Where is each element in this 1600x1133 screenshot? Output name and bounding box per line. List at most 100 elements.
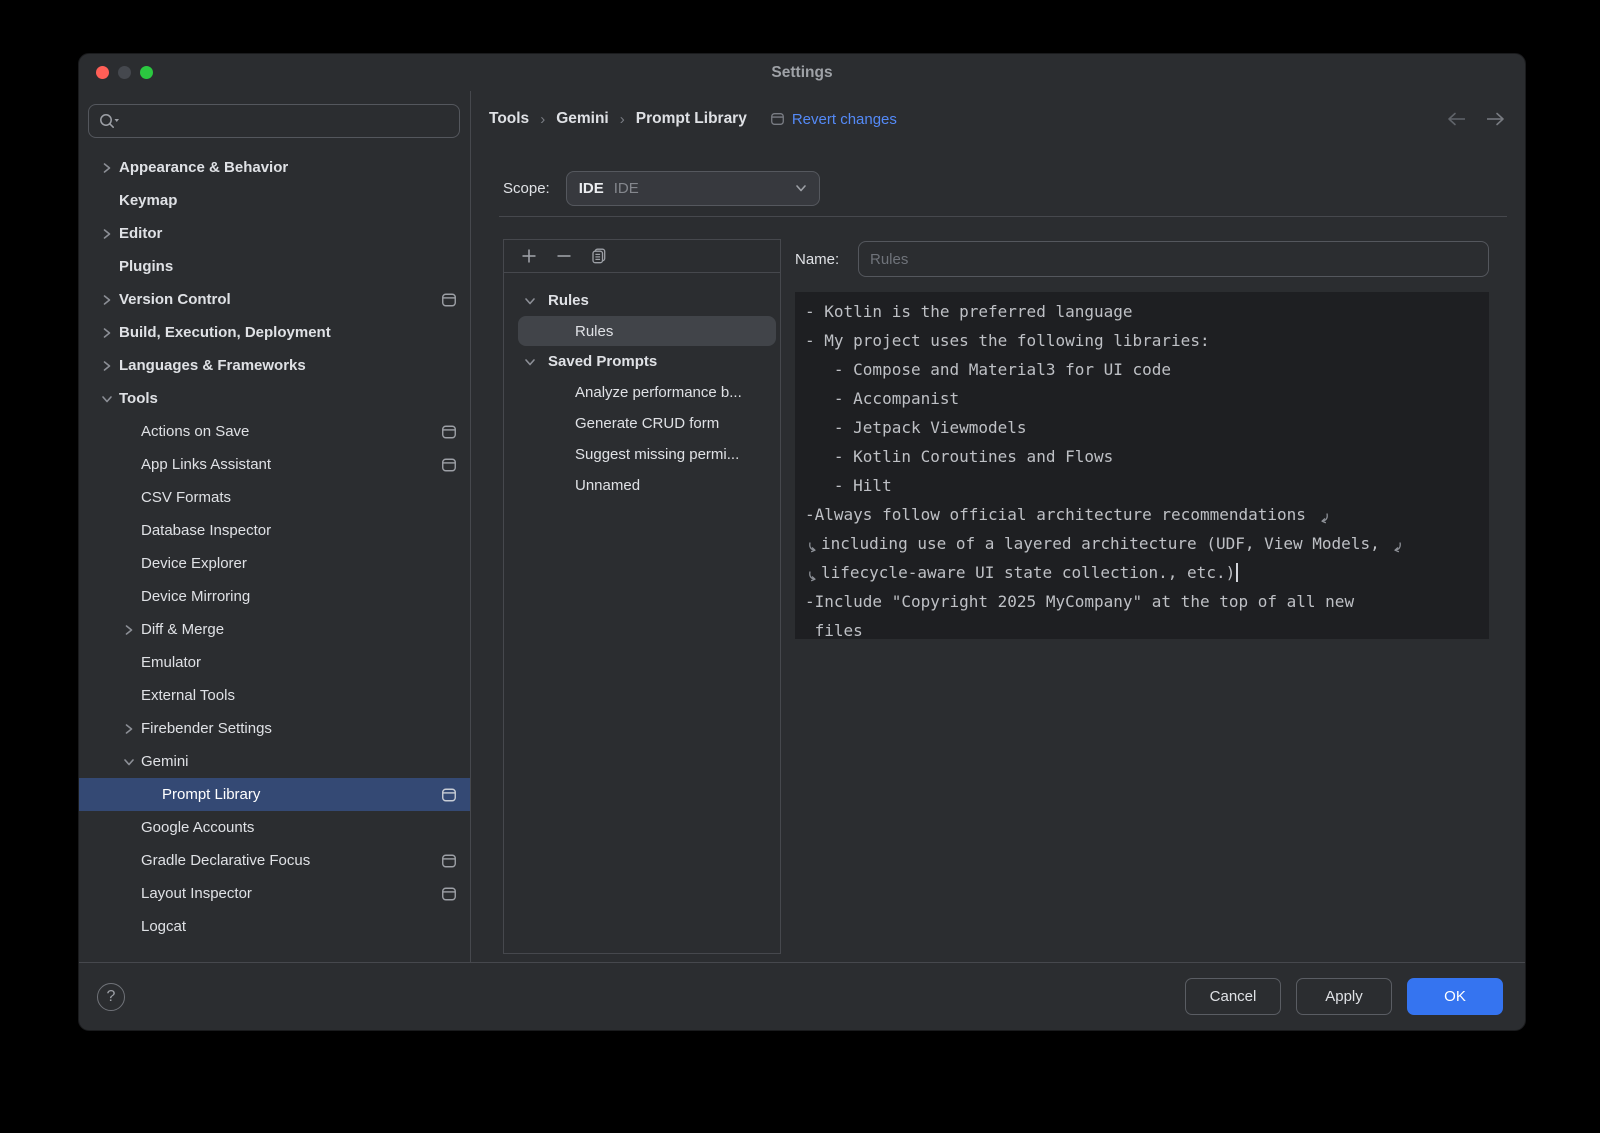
sidebar-item-version-control[interactable]: Version Control [79,283,470,316]
revert-changes-link[interactable]: Revert changes [792,111,897,128]
sidebar-item-keymap[interactable]: Keymap [79,184,470,217]
sidebar-item-device-explorer[interactable]: Device Explorer [79,547,470,580]
sidebar-item-gradle-declarative-focus[interactable]: Gradle Declarative Focus [79,844,470,877]
prompt-group-saved-prompts[interactable]: Saved Prompts [504,346,780,377]
traffic-lights [96,54,153,91]
zoom-button[interactable] [140,66,153,79]
prompt-list-toolbar [504,240,780,273]
chevron-right-icon [101,360,119,372]
add-icon[interactable] [521,248,537,264]
chevron-down-icon [524,295,542,307]
prompt-item-analyze-performance[interactable]: Analyze performance b... [504,377,780,408]
settings-sidebar: Appearance & Behavior Keymap Editor Plug… [79,91,471,962]
sidebar-item-csv-formats[interactable]: CSV Formats [79,481,470,514]
ok-button[interactable]: OK [1407,978,1503,1015]
chevron-right-icon [123,723,141,735]
sidebar-item-diff-merge[interactable]: Diff & Merge [79,613,470,646]
sidebar-item-firebender-settings[interactable]: Firebender Settings [79,712,470,745]
chevron-right-icon [101,294,119,306]
chevron-down-icon [795,182,807,194]
desktop-background: Settings Appearance & Behavior Keymap [0,0,1600,1133]
prompt-item-unnamed[interactable]: Unnamed [504,470,780,501]
titlebar: Settings [79,54,1525,91]
breadcrumb-gemini[interactable]: Gemini [556,110,609,128]
sidebar-item-appearance-behavior[interactable]: Appearance & Behavior [79,151,470,184]
scope-row: Scope: IDE IDE [471,170,1525,206]
window-title: Settings [79,64,1525,82]
prompt-text-editor[interactable]: - Kotlin is the preferred language - My … [795,292,1489,639]
breadcrumb-separator-icon: › [539,111,546,128]
ide-settings-icon [442,293,456,306]
sidebar-item-gemini[interactable]: Gemini [79,745,470,778]
prompt-item-suggest-missing-permissions[interactable]: Suggest missing permi... [504,439,780,470]
duplicate-icon[interactable] [591,248,607,264]
breadcrumb: Tools › Gemini › Prompt Library Revert c… [471,91,1525,147]
soft-wrap-icon [807,541,819,553]
scope-value: IDE [614,180,639,197]
sidebar-item-layout-inspector[interactable]: Layout Inspector [79,877,470,910]
search-icon [98,112,120,130]
prompt-tree: Rules Rules Saved Prompts Analyze perfor… [504,273,780,501]
cancel-button[interactable]: Cancel [1185,978,1281,1015]
sidebar-item-database-inspector[interactable]: Database Inspector [79,514,470,547]
sidebar-item-tools[interactable]: Tools [79,382,470,415]
close-button[interactable] [96,66,109,79]
main-content: Tools › Gemini › Prompt Library Revert c… [471,91,1525,962]
scope-dropdown[interactable]: IDE IDE [566,171,820,206]
scope-label: Scope: [503,180,550,197]
sidebar-item-emulator[interactable]: Emulator [79,646,470,679]
ide-settings-icon [442,854,456,867]
ide-settings-icon [442,425,456,438]
sidebar-item-editor[interactable]: Editor [79,217,470,250]
scope-tag: IDE [579,180,604,197]
soft-wrap-icon [1318,512,1330,524]
name-row: Name: [795,241,1489,277]
dialog-footer: ? Cancel Apply OK [79,962,1525,1030]
soft-wrap-icon [1391,541,1403,553]
prompt-item-generate-crud-form[interactable]: Generate CRUD form [504,408,780,439]
name-label: Name: [795,251,858,268]
sidebar-item-actions-on-save[interactable]: Actions on Save [79,415,470,448]
search-input[interactable] [124,113,450,129]
ide-settings-icon [442,458,456,471]
name-field[interactable] [858,241,1489,277]
sidebar-item-logcat[interactable]: Logcat [79,910,470,943]
ide-settings-icon [442,887,456,900]
sidebar-item-external-tools[interactable]: External Tools [79,679,470,712]
sidebar-item-build-execution-deployment[interactable]: Build, Execution, Deployment [79,316,470,349]
help-button[interactable]: ? [97,983,125,1011]
chevron-down-icon [524,356,542,368]
prompt-item-rules[interactable]: Rules [518,316,776,346]
section-divider [499,216,1507,217]
sidebar-item-plugins[interactable]: Plugins [79,250,470,283]
sidebar-item-google-accounts[interactable]: Google Accounts [79,811,470,844]
prompt-group-rules[interactable]: Rules [504,285,780,316]
settings-tree: Appearance & Behavior Keymap Editor Plug… [79,138,470,962]
breadcrumb-separator-icon: › [619,111,626,128]
minimize-button[interactable] [118,66,131,79]
chevron-down-icon [101,393,119,405]
sidebar-item-languages-frameworks[interactable]: Languages & Frameworks [79,349,470,382]
revert-changes[interactable]: Revert changes [771,111,897,128]
remove-icon[interactable] [556,248,572,264]
back-arrow-icon[interactable] [1446,112,1468,126]
sidebar-item-prompt-library[interactable]: Prompt Library [79,778,470,811]
sidebar-item-app-links-assistant[interactable]: App Links Assistant [79,448,470,481]
chevron-right-icon [101,327,119,339]
history-nav [1446,112,1506,126]
prompt-form: Name: - Kotlin is the preferred language… [795,239,1489,962]
breadcrumb-prompt-library: Prompt Library [636,110,747,128]
sidebar-item-device-mirroring[interactable]: Device Mirroring [79,580,470,613]
settings-window: Settings Appearance & Behavior Keymap [78,53,1526,1031]
chevron-down-icon [123,756,141,768]
settings-search[interactable] [88,104,460,138]
ide-settings-icon [771,113,784,125]
breadcrumb-tools[interactable]: Tools [489,110,529,128]
prompt-list-panel: Rules Rules Saved Prompts Analyze perfor… [503,239,781,954]
soft-wrap-icon [807,570,819,582]
forward-arrow-icon[interactable] [1484,112,1506,126]
apply-button[interactable]: Apply [1296,978,1392,1015]
text-cursor [1236,563,1238,582]
chevron-right-icon [123,624,141,636]
chevron-right-icon [101,162,119,174]
